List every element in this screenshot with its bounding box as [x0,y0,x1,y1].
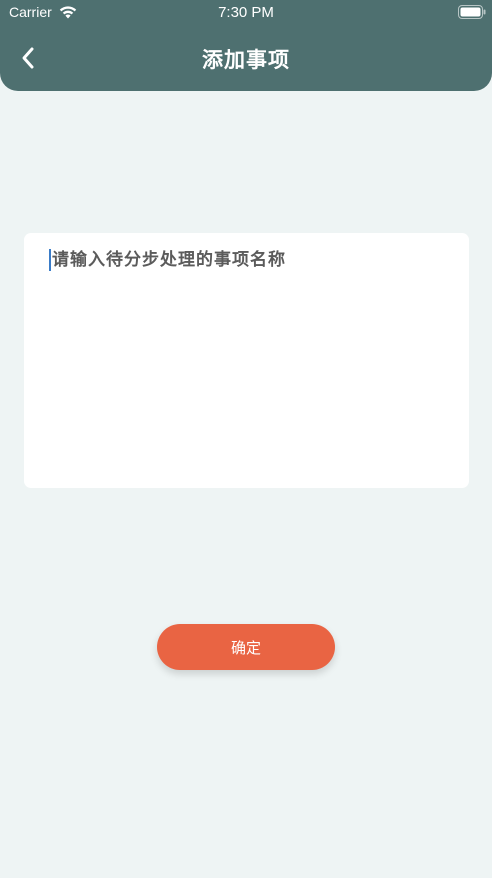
battery-icon [458,5,486,19]
item-name-card [24,233,469,488]
nav-bar: 添加事项 [0,32,492,84]
page-title: 添加事项 [202,48,290,72]
text-caret [49,249,51,271]
status-time: 7:30 PM [218,4,274,21]
app-header: Carrier 7:30 PM 添加事项 [0,0,492,91]
item-name-input[interactable] [52,245,452,475]
confirm-button[interactable]: 确定 [157,624,335,670]
status-bar: Carrier 7:30 PM [0,0,492,26]
